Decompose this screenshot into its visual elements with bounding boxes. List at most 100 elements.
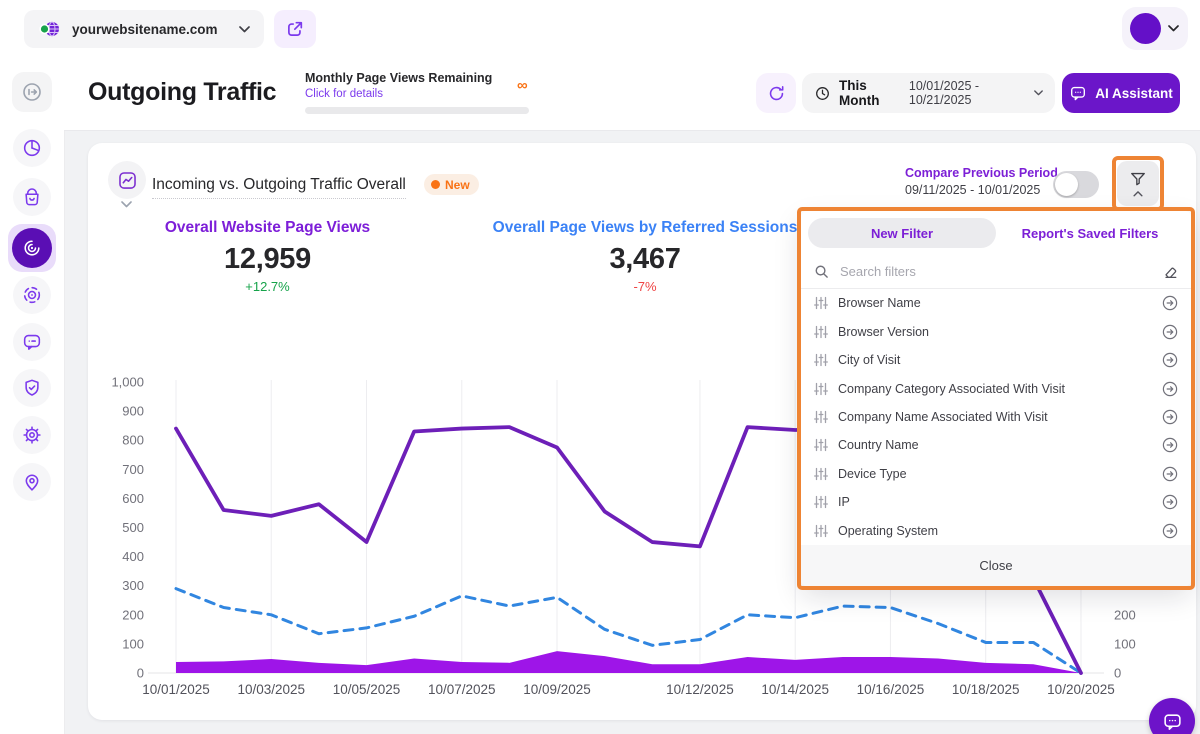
shopping-bag-icon [21, 186, 43, 208]
sliders-icon [814, 467, 828, 481]
filter-panel: New Filter Report's Saved Filters Brows [801, 211, 1191, 586]
search-filters-input[interactable] [838, 263, 1153, 280]
y-tick-label: 100 [122, 636, 144, 651]
open-website-button[interactable] [274, 10, 316, 48]
sliders-icon [814, 495, 828, 509]
refresh-icon [767, 84, 786, 103]
filter-item-device-type[interactable]: Device Type [801, 460, 1191, 488]
clock-icon [814, 85, 831, 102]
filter-item-ip[interactable]: IP [801, 488, 1191, 516]
badge-dot-icon [431, 180, 440, 189]
website-name: yourwebsitename.com [72, 22, 229, 37]
refresh-button[interactable] [756, 73, 796, 113]
filter-item-company-name[interactable]: Company Name Associated With Visit [801, 403, 1191, 431]
website-selector[interactable]: yourwebsitename.com [24, 10, 264, 48]
page-title: Outgoing Traffic [88, 78, 276, 107]
metric-label: Overall Website Page Views [120, 219, 415, 237]
ai-assistant-label: AI Assistant [1095, 86, 1173, 101]
toggle-knob [1055, 173, 1078, 196]
filter-search-row [801, 255, 1191, 289]
period-range: 10/01/2025 - 10/21/2025 [909, 79, 1026, 107]
new-badge: New [424, 174, 479, 195]
sidebar-item-privacy[interactable] [13, 369, 51, 407]
arrow-circle-right-icon [1162, 494, 1178, 510]
metric-value: 3,467 [475, 243, 815, 276]
period-label: This Month [839, 78, 901, 108]
filter-button[interactable] [1117, 161, 1159, 206]
sidebar-item-ecommerce[interactable] [13, 178, 51, 216]
x-tick-label: 10/16/2025 [857, 682, 925, 697]
account-menu[interactable] [1122, 7, 1188, 50]
y-tick-label: 500 [122, 520, 144, 535]
filter-item-company-category[interactable]: Company Category Associated With Visit [801, 374, 1191, 402]
sidebar-item-settings[interactable] [13, 416, 51, 454]
chevron-down-icon [239, 26, 250, 33]
filter-item-browser-version[interactable]: Browser Version [801, 317, 1191, 345]
tab-new-filter[interactable]: New Filter [808, 218, 996, 248]
area-series [176, 651, 1081, 673]
arrow-right-circle-icon [20, 80, 44, 104]
y-right-tick-label: 200 [1114, 607, 1136, 622]
sidebar-item-dashboard[interactable] [13, 129, 51, 167]
metric-delta: +12.7% [120, 279, 415, 294]
sidebar-item-locations[interactable] [13, 463, 51, 501]
quota-infinity-value: ∞ [517, 77, 528, 94]
sidebar-item-traffic-active[interactable] [8, 224, 56, 272]
filter-close-button[interactable]: Close [801, 545, 1191, 586]
search-icon [814, 264, 829, 279]
filter-item-browser-name[interactable]: Browser Name [801, 289, 1191, 317]
x-tick-label: 10/03/2025 [237, 682, 305, 697]
avatar [1130, 13, 1161, 44]
sidebar-item-outgoing-traffic[interactable] [12, 72, 52, 112]
arrow-circle-right-icon [1162, 352, 1178, 368]
y-tick-label: 900 [122, 404, 144, 419]
map-pin-icon [21, 471, 43, 493]
sliders-icon [814, 382, 828, 396]
quota-details-link[interactable]: Click for details [305, 88, 383, 100]
filter-item-city-of-visit[interactable]: City of Visit [801, 346, 1191, 374]
tab-saved-filters[interactable]: Report's Saved Filters [996, 218, 1184, 248]
y-tick-label: 800 [122, 433, 144, 448]
sliders-icon [814, 296, 828, 310]
arrow-circle-right-icon [1162, 295, 1178, 311]
ai-chat-icon [1069, 84, 1087, 102]
arrow-circle-right-icon [1162, 437, 1178, 453]
filter-item-country-name[interactable]: Country Name [801, 431, 1191, 459]
date-range-selector[interactable]: This Month 10/01/2025 - 10/21/2025 [802, 73, 1055, 113]
line-chart-icon [117, 170, 138, 191]
sidebar-item-sessions[interactable] [13, 276, 51, 314]
y-tick-label: 1,000 [111, 375, 144, 390]
y-tick-label: 0 [137, 666, 144, 681]
y-tick-label: 400 [122, 549, 144, 564]
ai-assistant-button[interactable]: AI Assistant [1062, 73, 1180, 113]
pie-chart-icon [21, 137, 43, 159]
compare-previous-period-range: 09/11/2025 - 10/01/2025 [905, 183, 1040, 197]
filter-tabs: New Filter Report's Saved Filters [801, 211, 1191, 255]
y-tick-label: 300 [122, 578, 144, 593]
chevron-down-icon [1034, 90, 1043, 96]
chat-bubble-icon [1162, 711, 1183, 732]
arrow-circle-right-icon [1162, 466, 1178, 482]
external-link-icon [286, 20, 304, 38]
compare-previous-period-label: Compare Previous Period [905, 166, 1058, 180]
metric-label: Overall Page Views by Referred Sessions [475, 219, 815, 237]
arrow-circle-right-icon [1162, 381, 1178, 397]
arrow-circle-right-icon [1162, 409, 1178, 425]
eraser-icon[interactable] [1162, 264, 1178, 280]
metric-referred-sessions: Overall Page Views by Referred Sessions … [475, 219, 815, 294]
sidebar-item-communication[interactable] [13, 323, 51, 361]
sliders-icon [814, 353, 828, 367]
filter-list: Browser Name Browser Version City of Vis… [801, 289, 1191, 545]
widget-title[interactable]: Incoming vs. Outgoing Traffic Overall [152, 176, 406, 199]
chevron-down-icon [1168, 25, 1179, 32]
radar-icon [12, 228, 52, 268]
chat-bubble-icon [21, 331, 43, 353]
compare-toggle[interactable] [1053, 171, 1099, 198]
chevron-down-icon[interactable] [121, 201, 132, 208]
filter-item-operating-system[interactable]: Operating System [801, 517, 1191, 545]
widget-icon-button[interactable] [108, 161, 146, 199]
y-right-tick-label: 100 [1114, 636, 1136, 651]
app-root: yourwebsitename.com [0, 0, 1200, 734]
metric-delta: -7% [475, 279, 815, 294]
metric-value: 12,959 [120, 243, 415, 276]
